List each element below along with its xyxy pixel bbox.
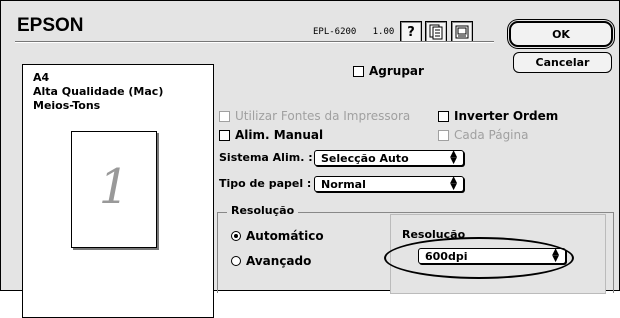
printer-dialog: EPSON EPL-6200 1.00 ? OK Cancelar A4 Alt…: [0, 0, 620, 318]
paper-source-label: Sistema Alim. :: [219, 151, 313, 164]
each-page-checkbox[interactable]: Cada Página: [438, 128, 528, 142]
radio-dot: [231, 231, 241, 241]
settings-summary-panel: A4 Alta Qualidade (Mac) Meios-Tons 1: [22, 64, 214, 318]
summary-paper: A4: [33, 71, 50, 84]
reverse-order-checkbox[interactable]: Inverter Ordem: [438, 109, 558, 123]
checkbox-box: [438, 110, 449, 122]
summary-halftone: Meios-Tons: [33, 99, 101, 112]
manual-feed-checkbox[interactable]: Alim. Manual: [219, 128, 323, 142]
reverse-order-label: Inverter Ordem: [454, 109, 559, 123]
paper-type-select[interactable]: Normal ▲ ▼: [314, 176, 464, 192]
updown-arrows-icon: ▲ ▼: [450, 175, 457, 192]
printer-model: EPL-6200 1.00: [313, 27, 394, 37]
automatic-label: Automático: [246, 229, 324, 243]
manual-feed-label: Alim. Manual: [235, 128, 324, 142]
checkbox-box: [438, 129, 449, 141]
automatic-radio[interactable]: Automático: [231, 229, 324, 243]
model-name: EPL-6200: [313, 27, 357, 37]
advanced-label: Avançado: [246, 254, 312, 268]
updown-arrows-icon: ▲ ▼: [450, 149, 457, 166]
agrupar-label: Agrupar: [369, 64, 424, 78]
paper-source-select[interactable]: Selecção Auto ▲ ▼: [314, 150, 464, 166]
resolution-group-title: Resolução: [227, 204, 299, 217]
ok-button[interactable]: OK: [509, 21, 613, 47]
brand-logo: EPSON: [17, 15, 84, 36]
radio-dot: [231, 256, 241, 266]
page-preview-number: 1: [98, 159, 130, 215]
printer-fonts-label: Utilizar Fontes da Impressora: [235, 109, 411, 123]
paper-type-label: Tipo de papel :: [219, 177, 312, 190]
each-page-label: Cada Página: [454, 128, 529, 142]
paper-type-value: Normal: [321, 177, 366, 191]
checkbox-box: [353, 65, 364, 77]
presets-icon[interactable]: [425, 21, 447, 43]
checkbox-box: [219, 129, 230, 141]
highlight-ellipse: [384, 237, 574, 279]
help-icon[interactable]: ?: [400, 21, 422, 43]
layout-icon-glyph: [455, 25, 469, 39]
paper-source-value: Selecção Auto: [321, 151, 409, 165]
agrupar-checkbox[interactable]: Agrupar: [353, 64, 424, 78]
presets-icon-glyph: [429, 24, 443, 40]
cancel-button[interactable]: Cancelar: [513, 52, 612, 73]
layout-icon[interactable]: [451, 21, 473, 43]
printer-fonts-checkbox[interactable]: Utilizar Fontes da Impressora: [219, 109, 410, 123]
driver-version: 1.00: [372, 27, 395, 37]
summary-quality: Alta Qualidade (Mac): [33, 85, 164, 98]
page-preview: 1: [71, 131, 157, 248]
help-label: ?: [407, 24, 415, 40]
header-divider: [15, 41, 494, 43]
checkbox-box: [219, 110, 230, 122]
advanced-radio[interactable]: Avançado: [231, 254, 311, 268]
summary-text: A4 Alta Qualidade (Mac) Meios-Tons: [33, 71, 163, 113]
